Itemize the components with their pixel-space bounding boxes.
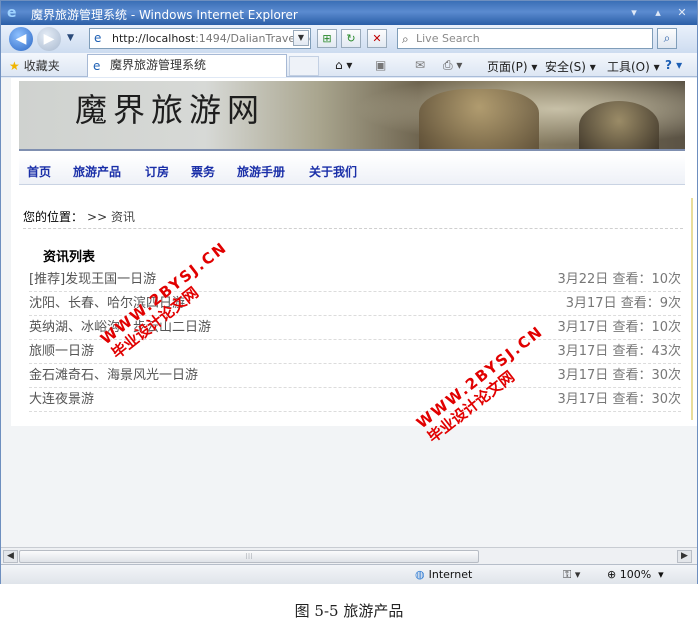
breadcrumb: 您的位置： >> 资讯 (23, 210, 135, 224)
page-icon: e (94, 31, 102, 45)
back-button[interactable]: ◀ (9, 27, 33, 51)
zoom-icon: ⊕ (607, 568, 617, 581)
site-logo: 魔界旅游网 (75, 91, 266, 129)
stop-icon[interactable]: ✕ (367, 29, 387, 48)
favorites-button[interactable]: ★ 收藏夹 (9, 57, 60, 74)
refresh-icon[interactable]: ↻ (341, 29, 361, 48)
list-title: 资讯列表 (43, 250, 96, 265)
address-toolbar: ◀ ▶ ▼ e http://localhost:1494/DalianTrav… (1, 25, 697, 53)
main-nav: 首页 旅游产品 订房 票务 旅游手册 关于我们 (19, 155, 685, 185)
maximize-icon[interactable]: ▴ (649, 6, 667, 20)
news-row[interactable]: 金石滩奇石、海景风光一日游 3月17日 查看：30次 (29, 364, 681, 388)
browser-tab[interactable]: e 魔界旅游管理系统 (87, 54, 287, 77)
news-row[interactable]: 大连夜景游 3月17日 查看：30次 (29, 388, 681, 412)
window-title: 魔界旅游管理系统 - Windows Internet Explorer (31, 8, 298, 22)
tools-menu[interactable]: 工具(O) ▾ (607, 58, 660, 75)
site-banner: 魔界旅游网 (19, 81, 685, 151)
close-icon[interactable]: ✕ (673, 6, 691, 20)
read-mail-icon[interactable]: ✉ (415, 58, 425, 72)
web-page: 魔界旅游网 首页 旅游产品 订房 票务 旅游手册 关于我们 您的位置： >> 资讯… (11, 78, 697, 426)
new-tab-button[interactable] (289, 56, 319, 76)
ie-icon: e (7, 5, 17, 21)
address-dropdown-icon[interactable]: ▼ (293, 30, 309, 46)
globe-icon: ◍ (415, 568, 425, 581)
search-button[interactable]: ⌕ (657, 28, 677, 49)
nav-hotel[interactable]: 订房 (145, 163, 169, 180)
nav-handbook[interactable]: 旅游手册 (237, 163, 285, 180)
content-edge (691, 198, 693, 420)
nav-products[interactable]: 旅游产品 (73, 163, 121, 180)
compatibility-icon[interactable]: ⊞ (317, 29, 337, 48)
figure-caption: 图 5-5 旅游产品 (294, 602, 404, 620)
nav-home[interactable]: 首页 (27, 163, 51, 180)
print-icon[interactable]: ⎙ ▾ (443, 58, 462, 73)
status-bar: ◍ Internet ⚿ ▾ ⊕ 100% ▾ (1, 564, 697, 584)
nav-tickets[interactable]: 票务 (191, 163, 215, 180)
address-bar[interactable]: e http://localhost:1494/DalianTravel/ne (89, 28, 311, 49)
breadcrumb-current[interactable]: 资讯 (111, 210, 135, 224)
forward-button[interactable]: ▶ (37, 27, 61, 51)
tab-page-icon: e (93, 59, 101, 73)
minimize-icon[interactable]: ▾ (625, 6, 643, 20)
banner-castle-2 (579, 101, 659, 149)
scroll-left-icon[interactable]: ◀ (3, 550, 18, 563)
home-icon[interactable]: ⌂ ▾ (335, 58, 352, 72)
nav-about[interactable]: 关于我们 (309, 163, 357, 180)
protected-mode-icon[interactable]: ⚿ ▾ (563, 568, 580, 582)
horizontal-scrollbar[interactable]: ◀ ⁝⁝⁝ ▶ (1, 547, 697, 564)
help-icon[interactable]: ? ▾ (665, 58, 682, 72)
feeds-icon[interactable]: ▣ (375, 58, 386, 72)
safety-menu[interactable]: 安全(S) ▾ (545, 58, 596, 75)
search-input[interactable]: ⌕ Live Search (397, 28, 653, 49)
page-viewport: 魔界旅游网 首页 旅游产品 订房 票务 旅游手册 关于我们 您的位置： >> 资讯… (1, 78, 697, 547)
search-icon: ⌕ (402, 32, 409, 46)
banner-castle (419, 89, 539, 149)
scroll-right-icon[interactable]: ▶ (677, 550, 692, 563)
breadcrumb-divider (23, 228, 683, 229)
star-icon: ★ (9, 59, 20, 73)
security-zone[interactable]: ◍ Internet (415, 568, 472, 581)
title-bar: e 魔界旅游管理系统 - Windows Internet Explorer ▾… (1, 1, 697, 25)
zoom-control[interactable]: ⊕ 100% ▾ (607, 568, 664, 581)
browser-window: e 魔界旅游管理系统 - Windows Internet Explorer ▾… (0, 0, 698, 584)
scroll-thumb[interactable]: ⁝⁝⁝ (19, 550, 479, 563)
history-dropdown-icon[interactable]: ▼ (67, 33, 74, 43)
news-row[interactable]: [推荐]发现王国一日游 3月22日 查看：10次 (29, 268, 681, 292)
page-menu[interactable]: 页面(P) ▾ (487, 58, 537, 75)
command-bar: ★ 收藏夹 e 魔界旅游管理系统 ⌂ ▾ ▣ ✉ ⎙ ▾ 页面(P) ▾ 安全(S… (1, 53, 697, 77)
